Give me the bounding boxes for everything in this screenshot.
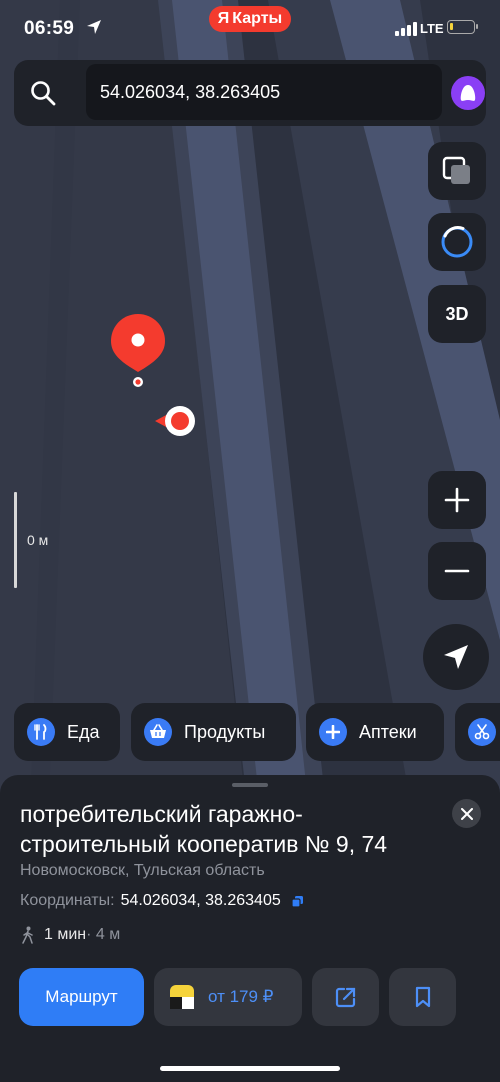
place-card-sheet: потребительский гаражно-строительный коо…: [0, 775, 500, 1082]
alice-map-button[interactable]: [428, 213, 486, 271]
fork-knife-icon: [27, 718, 55, 746]
alice-ring-icon: [441, 226, 473, 258]
share-icon: [335, 987, 355, 1008]
place-address: Новомосковск, Тульская область: [20, 862, 265, 879]
search-input[interactable]: [86, 64, 442, 120]
brand-name: Карты: [232, 10, 283, 27]
layers-icon: [442, 156, 470, 184]
category-chip-pharmacies[interactable]: Аптеки: [306, 703, 444, 761]
pedestrian-icon: [22, 926, 33, 944]
category-chip-barbers[interactable]: [455, 703, 500, 761]
close-button[interactable]: [452, 799, 481, 828]
sheet-drag-handle[interactable]: [232, 783, 268, 787]
place-pin-icon[interactable]: [109, 312, 167, 390]
user-location-icon: [155, 406, 195, 436]
zoom-out-button[interactable]: [428, 542, 486, 600]
category-chips: Еда Продукты Аптеки: [0, 703, 500, 761]
battery-level: [450, 23, 453, 30]
category-chip-groceries[interactable]: Продукты: [131, 703, 296, 761]
taxi-price: от 179 ₽: [208, 987, 274, 1006]
category-chip-food[interactable]: Еда: [14, 703, 120, 761]
route-button[interactable]: Маршрут: [19, 968, 144, 1026]
category-chip-label: Еда: [67, 721, 100, 742]
walk-time: 1 мин: [44, 926, 87, 943]
place-title: потребительский гаражно-строительный коо…: [20, 801, 388, 857]
network-type: LTE: [420, 21, 444, 36]
scale-label: 0 м: [27, 532, 49, 548]
status-time: 06:59: [24, 18, 75, 39]
home-indicator: [160, 1066, 340, 1071]
coordinates-row: Координаты: 54.026034, 38.263405: [20, 892, 304, 910]
share-button[interactable]: [312, 968, 379, 1026]
coordinates-label: Координаты:: [20, 892, 115, 909]
brand-badge[interactable]: Я Карты: [209, 6, 291, 32]
navigation-arrow-icon: [444, 645, 468, 669]
scale-bar: [14, 492, 17, 588]
battery-icon: [447, 20, 478, 34]
plus-icon: [444, 487, 470, 513]
minus-icon: [444, 569, 470, 573]
close-icon: [460, 807, 473, 820]
bookmark-icon: [415, 986, 430, 1008]
bookmark-button[interactable]: [389, 968, 456, 1026]
alice-assistant-button[interactable]: [451, 76, 485, 110]
search-icon[interactable]: [30, 80, 56, 106]
yandex-taxi-icon: [170, 985, 194, 1009]
search-bar: [14, 60, 486, 126]
plus-icon: [319, 718, 347, 746]
basket-icon: [144, 718, 172, 746]
zoom-in-button[interactable]: [428, 471, 486, 529]
category-chip-label: Аптеки: [359, 721, 417, 742]
category-chip-label: Продукты: [184, 721, 266, 742]
alice-icon: [460, 85, 476, 101]
my-location-button[interactable]: [423, 624, 489, 690]
layers-button[interactable]: [428, 142, 486, 200]
signal-icon: [395, 22, 417, 36]
taxi-button[interactable]: от 179 ₽: [154, 968, 302, 1026]
scissors-icon: [468, 718, 496, 746]
walking-info: 1 мин · 4 м: [22, 926, 120, 944]
location-arrow-icon: [87, 20, 101, 34]
coordinates-value: 54.026034, 38.263405: [120, 892, 281, 909]
copy-icon[interactable]: [291, 895, 304, 908]
brand-logo: Я: [217, 10, 230, 27]
3d-view-button[interactable]: 3D: [428, 285, 486, 343]
walk-distance: · 4 м: [86, 926, 121, 943]
